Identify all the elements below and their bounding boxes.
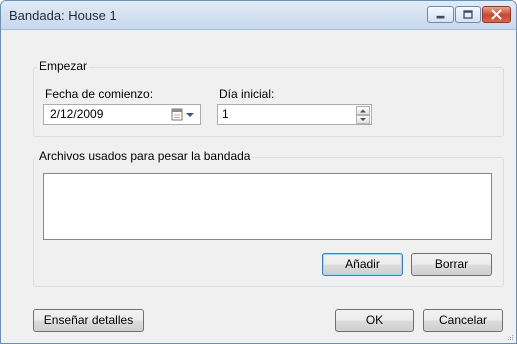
show-details-button[interactable]: Enseñar detalles <box>33 309 144 332</box>
add-file-button[interactable]: Añadir <box>322 253 403 276</box>
start-date-label: Fecha de comienzo: <box>45 87 154 101</box>
minimize-icon <box>436 15 445 19</box>
spin-down-icon <box>360 118 366 121</box>
minimize-button[interactable] <box>427 6 454 23</box>
calendar-icon[interactable] <box>171 108 197 122</box>
cancel-button-label: Cancelar <box>438 313 488 327</box>
spin-up-button[interactable] <box>356 106 370 115</box>
title-bar[interactable]: Bandada: House 1 <box>1 1 516 30</box>
start-date-value: 2/12/2009 <box>50 107 104 121</box>
spin-down-button[interactable] <box>356 115 370 124</box>
cancel-button[interactable]: Cancelar <box>423 309 503 332</box>
close-icon <box>491 9 502 20</box>
files-list[interactable] <box>43 173 492 240</box>
start-day-value: 1 <box>222 107 229 121</box>
start-day-label: Día inicial: <box>219 87 275 101</box>
ok-button[interactable]: OK <box>335 309 414 332</box>
maximize-icon <box>463 10 473 19</box>
start-date-picker[interactable]: 2/12/2009 <box>43 104 201 125</box>
ok-button-label: OK <box>365 313 384 327</box>
delete-file-button-label: Borrar <box>434 257 469 271</box>
maximize-button[interactable] <box>455 6 481 23</box>
window-title: Bandada: House 1 <box>9 8 117 23</box>
add-file-button-label: Añadir <box>345 257 380 271</box>
start-day-spinner[interactable]: 1 <box>217 104 372 125</box>
start-group <box>33 67 504 137</box>
spin-up-icon <box>360 109 366 113</box>
resize-grip-icon[interactable] <box>506 333 514 341</box>
close-button[interactable] <box>482 6 511 23</box>
show-details-button-label: Enseñar detalles <box>43 313 134 327</box>
dialog-window: Bandada: House 1 Empezar Fecha de comien… <box>0 0 517 344</box>
files-group-legend: Archivos usados para pesar la bandada <box>37 149 253 163</box>
delete-file-button[interactable]: Borrar <box>411 253 492 276</box>
start-group-legend: Empezar <box>37 59 90 73</box>
